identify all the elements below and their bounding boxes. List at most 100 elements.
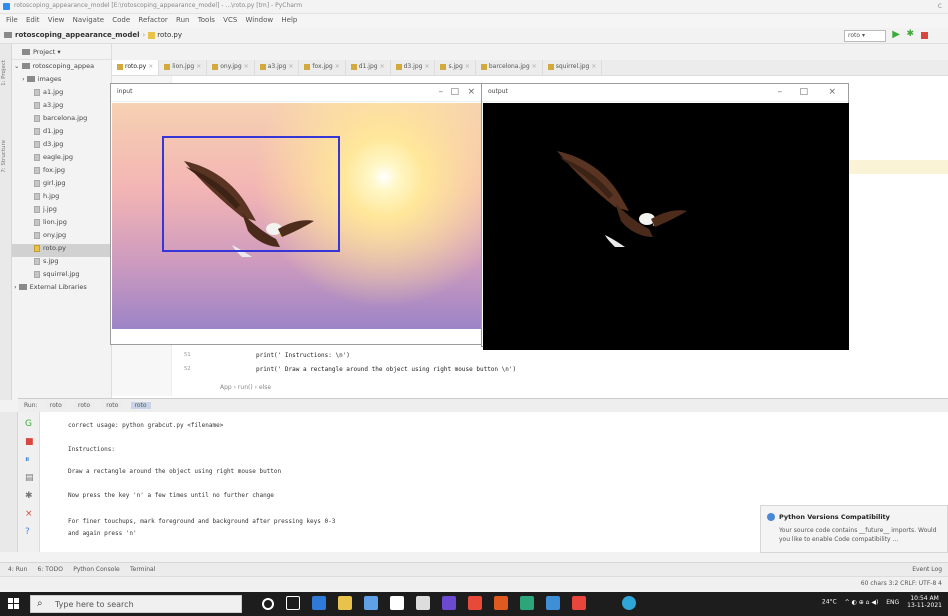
- tree-file[interactable]: a1.jpg: [12, 88, 112, 101]
- menu-code[interactable]: Code: [112, 16, 130, 24]
- editor-tab[interactable]: s.jpg ×: [435, 60, 476, 75]
- stop-icon[interactable]: ■: [25, 438, 34, 447]
- input-window-titlebar[interactable]: input – □ ×: [111, 84, 481, 102]
- cortana-icon[interactable]: [262, 598, 274, 610]
- code-line[interactable]: print(' Instructions: \n'): [256, 352, 350, 359]
- compatibility-notification[interactable]: Python Versions Compatibility Your sourc…: [760, 505, 948, 553]
- stop-icon[interactable]: [921, 32, 928, 39]
- menu-tools[interactable]: Tools: [198, 16, 215, 24]
- debug-icon[interactable]: ✱: [906, 29, 914, 39]
- menu-run[interactable]: Run: [176, 16, 189, 24]
- tree-file[interactable]: fox.jpg: [12, 166, 112, 179]
- project-tool-tab[interactable]: 1: Project: [1, 60, 7, 86]
- editor-tab[interactable]: lion.jpg ×: [159, 60, 208, 75]
- tree-external-libraries[interactable]: › External Libraries: [12, 283, 112, 296]
- output-window-titlebar[interactable]: output – □ ×: [482, 84, 848, 102]
- code-line[interactable]: print(' Draw a rectangle around the obje…: [256, 366, 516, 373]
- close-icon[interactable]: ×: [335, 63, 340, 70]
- pause-icon[interactable]: ⏸: [25, 456, 30, 465]
- input-image-canvas[interactable]: [112, 103, 482, 329]
- rerun-icon[interactable]: G: [25, 420, 32, 429]
- close-icon[interactable]: ×: [148, 63, 153, 70]
- event-log-button[interactable]: Event Log: [912, 566, 942, 573]
- tree-file[interactable]: squirrel.jpg: [12, 270, 112, 283]
- minimize-icon[interactable]: –: [439, 87, 444, 97]
- app-icon[interactable]: [416, 596, 430, 610]
- close-icon[interactable]: ×: [467, 87, 475, 97]
- close-icon[interactable]: ×: [380, 63, 385, 70]
- run-tab[interactable]: roto: [45, 402, 66, 409]
- editor-tab[interactable]: roto.py ×: [112, 60, 160, 75]
- close-icon[interactable]: ×: [244, 63, 249, 70]
- menu-window[interactable]: Window: [246, 16, 274, 24]
- tree-file[interactable]: d1.jpg: [12, 127, 112, 140]
- pycharm-taskbar-icon[interactable]: [622, 596, 636, 610]
- tree-file[interactable]: h.jpg: [12, 192, 112, 205]
- editor-tab[interactable]: squirrel.jpg ×: [543, 60, 603, 75]
- editor-tab[interactable]: a3.jpg ×: [255, 60, 300, 75]
- structure-tool-tab[interactable]: 7: Structure: [1, 140, 7, 173]
- editor-tab[interactable]: fox.jpg ×: [299, 60, 346, 75]
- menu-navigate[interactable]: Navigate: [73, 16, 104, 24]
- task-view-icon[interactable]: [286, 596, 300, 610]
- editor-tab[interactable]: d3.jpg ×: [391, 60, 436, 75]
- tree-file[interactable]: eagle.jpg: [12, 153, 112, 166]
- tree-file-selected[interactable]: roto.py: [12, 244, 112, 257]
- app-icon[interactable]: [442, 596, 456, 610]
- menu-view[interactable]: View: [48, 16, 65, 24]
- app-icon[interactable]: [494, 596, 508, 610]
- language[interactable]: ENG: [886, 599, 899, 606]
- run-config-select[interactable]: roto ▾: [844, 30, 886, 42]
- close-icon[interactable]: ×: [25, 510, 33, 519]
- tab-python-console[interactable]: Python Console: [73, 566, 120, 573]
- close-icon[interactable]: ×: [196, 63, 201, 70]
- layout-icon[interactable]: ▤: [25, 474, 34, 483]
- menu-file[interactable]: File: [6, 16, 18, 24]
- run-tab[interactable]: roto: [74, 402, 95, 409]
- clock-date[interactable]: 13-11-2021: [907, 602, 942, 609]
- taskbar-search-box[interactable]: ⌕ Type here to search: [30, 595, 242, 613]
- clock-time[interactable]: 10:54 AM: [907, 595, 942, 602]
- editor-tab[interactable]: ony.jpg ×: [207, 60, 255, 75]
- menu-edit[interactable]: Edit: [26, 16, 40, 24]
- pin-icon[interactable]: ✱: [25, 492, 33, 501]
- maximize-icon[interactable]: □: [799, 87, 808, 97]
- run-tab[interactable]: roto: [102, 402, 123, 409]
- editor-tab[interactable]: d1.jpg ×: [346, 60, 391, 75]
- close-icon[interactable]: ×: [828, 87, 836, 97]
- help-icon[interactable]: ?: [25, 528, 30, 537]
- edge-icon[interactable]: [312, 596, 326, 610]
- tab-run[interactable]: 4: Run: [8, 566, 27, 573]
- weather[interactable]: 24°C: [822, 599, 837, 606]
- tree-root[interactable]: ⌄ rotoscoping_appea: [12, 62, 112, 75]
- app-icon[interactable]: [520, 596, 534, 610]
- run-tab-active[interactable]: roto: [130, 402, 151, 409]
- minimize-icon[interactable]: –: [778, 87, 783, 97]
- tab-todo[interactable]: 6: TODO: [38, 566, 63, 573]
- tab-terminal[interactable]: Terminal: [130, 566, 155, 573]
- tree-file[interactable]: d3.jpg: [12, 140, 112, 153]
- tree-file[interactable]: barcelona.jpg: [12, 114, 112, 127]
- status-info[interactable]: 60 chars 3:2 CRLF: UTF-8 4: [861, 580, 942, 587]
- tree-file[interactable]: s.jpg: [12, 257, 112, 270]
- close-icon[interactable]: ×: [532, 63, 537, 70]
- tree-file[interactable]: a3.jpg: [12, 101, 112, 114]
- file-explorer-icon[interactable]: [338, 596, 352, 610]
- tree-file[interactable]: girl.jpg: [12, 179, 112, 192]
- tree-file[interactable]: lion.jpg: [12, 218, 112, 231]
- store-icon[interactable]: [364, 596, 378, 610]
- window-controls[interactable]: c: [938, 1, 942, 10]
- editor-breadcrumb[interactable]: App › run() › else: [220, 384, 271, 391]
- menu-refactor[interactable]: Refactor: [138, 16, 167, 24]
- maximize-icon[interactable]: □: [450, 87, 459, 97]
- app-icon[interactable]: [390, 596, 404, 610]
- input-image-window[interactable]: input – □ ×: [110, 83, 482, 345]
- project-panel-header[interactable]: Project ▾: [12, 44, 111, 60]
- close-icon[interactable]: ×: [288, 63, 293, 70]
- tray-icons[interactable]: ^ ◐ ⊕ ⌂ ◀): [845, 599, 879, 606]
- breadcrumb-project[interactable]: rotoscoping_appearance_model: [15, 31, 139, 39]
- breadcrumb-file[interactable]: roto.py: [157, 31, 182, 39]
- windows-start-icon[interactable]: [8, 598, 20, 610]
- run-icon[interactable]: ▶: [892, 29, 900, 40]
- chrome-icon[interactable]: [468, 596, 482, 610]
